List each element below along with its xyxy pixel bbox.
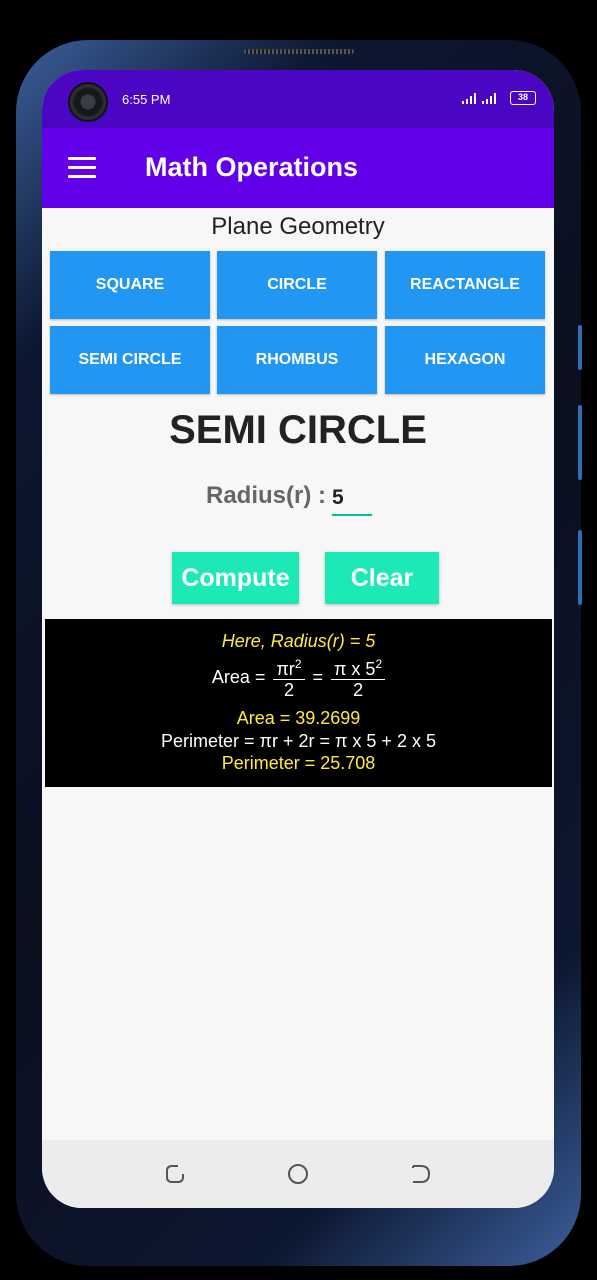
semi-circle-button[interactable]: SEMI CIRCLE [50, 326, 210, 394]
area-result: Area = 39.2699 [236, 708, 361, 728]
app-bar: Math Operations [42, 128, 554, 208]
given-radius-text: Here, Radius(r) = 5 [221, 631, 376, 651]
fraction-numerator: π x 5 [334, 659, 376, 679]
radius-input[interactable] [332, 482, 372, 516]
square-button[interactable]: SQUARE [50, 251, 210, 319]
power-key [578, 530, 582, 605]
equals-sign: = [312, 666, 324, 687]
recent-apps-icon[interactable] [163, 1162, 187, 1186]
exponent: 2 [375, 657, 383, 671]
speaker-grille [244, 49, 354, 54]
area-fraction-symbolic: πr2 2 [273, 654, 305, 700]
area-prefix: Area = [211, 666, 266, 687]
result-panel: Here, Radius(r) = 5 Area = πr2 2 = π x 5… [45, 619, 552, 787]
selected-shape-heading: SEMI CIRCLE [169, 408, 427, 452]
perimeter-formula: Perimeter = πr + 2r = π x 5 + 2 x 5 [161, 731, 436, 751]
radius-label: Radius(r) : [206, 482, 326, 509]
signal-strength-icon [482, 92, 496, 104]
signal-icons [462, 92, 496, 104]
area-fraction-substituted: π x 52 2 [331, 654, 386, 700]
battery-icon: 38 [510, 91, 536, 105]
clear-button[interactable]: Clear [325, 552, 439, 604]
fraction-denominator: 2 [353, 680, 364, 700]
app-title: Math Operations [145, 152, 359, 182]
hexagon-button[interactable]: HEXAGON [385, 326, 545, 394]
back-icon[interactable] [409, 1162, 433, 1186]
rhombus-button[interactable]: RHOMBUS [217, 326, 377, 394]
screen: 6:55 PM 38 Math Operations Plane Geometr… [42, 70, 554, 1208]
rectangle-button[interactable]: REACTANGLE [385, 251, 545, 319]
front-camera [68, 82, 108, 122]
fraction-numerator: πr [276, 659, 295, 679]
perimeter-result: Perimeter = 25.708 [221, 753, 376, 773]
compute-button[interactable]: Compute [172, 552, 299, 604]
circle-button[interactable]: CIRCLE [217, 251, 377, 319]
hamburger-menu-icon[interactable] [68, 157, 96, 179]
volume-down-key [578, 405, 582, 480]
exponent: 2 [294, 657, 302, 671]
area-formula: Area = πr2 2 = π x 52 2 [45, 651, 552, 703]
system-nav-bar [42, 1140, 554, 1208]
fraction-denominator: 2 [283, 680, 294, 700]
status-bar: 6:55 PM 38 [42, 70, 554, 128]
signal-strength-icon [462, 92, 476, 104]
section-title: Plane Geometry [211, 213, 385, 240]
status-time: 6:55 PM [122, 92, 171, 107]
volume-up-key [578, 325, 582, 370]
home-icon[interactable] [286, 1162, 310, 1186]
